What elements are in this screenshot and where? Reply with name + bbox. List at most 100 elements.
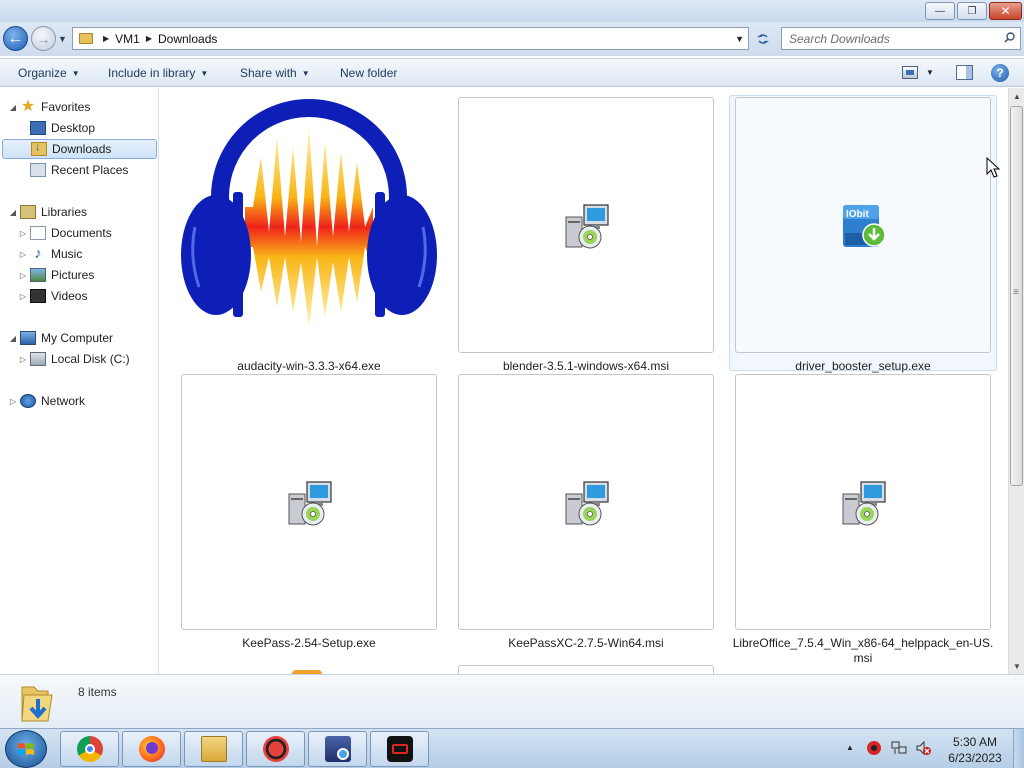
- breadcrumb-downloads[interactable]: Downloads: [158, 32, 217, 46]
- sidebar-libraries[interactable]: ◢ Libraries: [8, 202, 87, 222]
- view-options-dropdown[interactable]: ▼: [926, 68, 934, 77]
- file-name: KeePassXC-2.7.5-Win64.msi: [508, 636, 664, 650]
- close-button[interactable]: ✕: [989, 2, 1022, 20]
- computer-icon: [20, 331, 36, 345]
- search-icon[interactable]: [1004, 32, 1015, 43]
- collapsed-triangle-icon[interactable]: ▷: [18, 229, 28, 238]
- sidebar-item-music[interactable]: ▷ ♪ Music: [18, 244, 82, 264]
- organize-menu[interactable]: Organize ▼: [18, 66, 80, 80]
- file-item-blender[interactable]: blender-3.5.1-windows-x64.msi: [458, 97, 714, 373]
- address-dropdown-icon[interactable]: ▼: [735, 34, 744, 44]
- recent-pages-dropdown[interactable]: ▼: [58, 34, 67, 44]
- scroll-down-icon[interactable]: ▼: [1009, 658, 1024, 674]
- details-pane: 8 items: [0, 674, 1024, 728]
- taskbar-app-chrome[interactable]: [60, 731, 119, 767]
- scroll-up-icon[interactable]: ▲: [1009, 88, 1024, 104]
- chevron-down-icon: ▼: [200, 69, 209, 78]
- iobit-icon: IObit: [843, 205, 886, 247]
- scrollbar-thumb[interactable]: [1010, 106, 1023, 486]
- chevron-down-icon: ▼: [301, 69, 310, 78]
- start-button[interactable]: [5, 730, 47, 768]
- expand-triangle-icon[interactable]: ◢: [8, 334, 18, 343]
- change-view-button[interactable]: [902, 66, 918, 79]
- file-item-keepass[interactable]: KeePass-2.54-Setup.exe: [181, 374, 437, 650]
- sidebar-network[interactable]: ▷ Network: [8, 391, 85, 411]
- sidebar-my-computer[interactable]: ◢ My Computer: [8, 328, 113, 348]
- expand-triangle-icon[interactable]: ◢: [8, 208, 18, 217]
- preview-pane-button[interactable]: [956, 65, 973, 80]
- forward-button[interactable]: →: [31, 26, 56, 51]
- minimize-button[interactable]: —: [925, 2, 955, 20]
- recent-places-icon: [30, 163, 46, 177]
- taskbar-app-driver-booster[interactable]: [246, 731, 305, 767]
- vertical-scrollbar[interactable]: ▲ ▼: [1008, 88, 1024, 674]
- desktop-icon: [30, 121, 46, 135]
- partial-file-thumbnail[interactable]: [458, 665, 714, 674]
- sidebar-item-label: Desktop: [51, 121, 96, 135]
- file-item-audacity[interactable]: audacity-win-3.3.3-x64.exe: [181, 97, 437, 373]
- sidebar-item-recent-places[interactable]: Recent Places: [20, 160, 128, 180]
- clock-time: 5:30 AM: [952, 735, 998, 749]
- sidebar-item-downloads[interactable]: Downloads: [2, 139, 157, 159]
- refresh-button[interactable]: [751, 27, 775, 50]
- sidebar-item-label: Music: [51, 247, 83, 261]
- windows-logo-icon: [18, 743, 34, 755]
- collapsed-triangle-icon[interactable]: ▷: [18, 271, 28, 280]
- back-button[interactable]: ←: [3, 26, 28, 51]
- show-hidden-icons-button[interactable]: ▲: [846, 743, 854, 752]
- address-bar[interactable]: ▶ VM1 ▶ Downloads ▼: [72, 27, 749, 50]
- file-name: driver_booster_setup.exe: [795, 359, 931, 373]
- file-item-libreoffice[interactable]: LibreOffice_7.5.4_Win_x86-64_helppack_en…: [733, 374, 993, 665]
- sidebar-item-label: Videos: [51, 289, 88, 303]
- item-count: 8 items: [78, 685, 117, 699]
- system-clock[interactable]: 5:30 AM 6/23/2023: [940, 734, 1010, 766]
- explorer-icon: [200, 736, 227, 762]
- sidebar-item-label: Documents: [51, 226, 112, 240]
- collapsed-triangle-icon[interactable]: ▷: [18, 292, 28, 301]
- collapsed-triangle-icon[interactable]: ▷: [18, 355, 28, 364]
- taskbar-app-remote-desktop[interactable]: [308, 731, 367, 767]
- music-icon: ♪: [34, 245, 42, 262]
- file-name: blender-3.5.1-windows-x64.msi: [502, 359, 670, 373]
- msi-installer-icon: [565, 481, 609, 526]
- collapsed-triangle-icon[interactable]: ▷: [18, 250, 28, 259]
- downloads-folder-icon: [21, 686, 53, 722]
- maximize-button[interactable]: ❐: [957, 2, 987, 20]
- show-desktop-button[interactable]: [1013, 729, 1024, 768]
- chevron-down-icon: ▼: [71, 69, 80, 78]
- sidebar-item-documents[interactable]: ▷ Documents: [18, 223, 112, 243]
- sidebar-favorites[interactable]: ◢ ★ Favorites: [8, 97, 90, 117]
- search-input[interactable]: [789, 31, 994, 46]
- search-box[interactable]: [781, 27, 1021, 50]
- help-button[interactable]: ?: [991, 64, 1009, 82]
- sidebar-item-label: Pictures: [51, 268, 95, 282]
- expand-triangle-icon[interactable]: ◢: [8, 103, 18, 112]
- sidebar-libraries-label: Libraries: [41, 205, 88, 219]
- share-with-menu[interactable]: Share with ▼: [240, 66, 310, 80]
- file-thumbnail: [181, 374, 437, 630]
- network-tray-icon[interactable]: [891, 740, 907, 756]
- taskbar-app-explorer[interactable]: [184, 731, 243, 767]
- file-name: KeePass-2.54-Setup.exe: [242, 636, 376, 650]
- file-item-driver-booster[interactable]: IObit driver_booster_setup.exe: [729, 95, 997, 373]
- sidebar-network-label: Network: [41, 394, 86, 408]
- sidebar-item-pictures[interactable]: ▷ Pictures: [18, 265, 94, 285]
- new-folder-button[interactable]: New folder: [340, 66, 397, 80]
- driver-booster-tray-icon[interactable]: [866, 740, 882, 756]
- taskbar-app-screen-recorder[interactable]: [370, 731, 429, 767]
- file-item-keepassxc[interactable]: KeePassXC-2.7.5-Win64.msi: [458, 374, 714, 650]
- taskbar-app-firefox[interactable]: [122, 731, 181, 767]
- window-title-bar: — ❐ ✕: [0, 0, 1024, 22]
- sidebar-item-label: Recent Places: [51, 163, 129, 177]
- file-list-view: audacity-win-3.3.3-x64.exe blender-3.5.1…: [160, 88, 1008, 674]
- file-thumbnail: [458, 374, 714, 630]
- organize-label: Organize: [18, 66, 67, 80]
- include-in-library-menu[interactable]: Include in library ▼: [108, 66, 208, 80]
- sidebar-item-desktop[interactable]: Desktop: [20, 118, 95, 138]
- sidebar-item-local-disk[interactable]: ▷ Local Disk (C:): [18, 349, 130, 369]
- file-thumbnail: [458, 97, 714, 353]
- collapsed-triangle-icon[interactable]: ▷: [8, 397, 18, 406]
- sidebar-item-videos[interactable]: ▷ Videos: [18, 286, 87, 306]
- breadcrumb-vm1[interactable]: VM1: [115, 32, 140, 46]
- volume-muted-icon[interactable]: [915, 740, 931, 756]
